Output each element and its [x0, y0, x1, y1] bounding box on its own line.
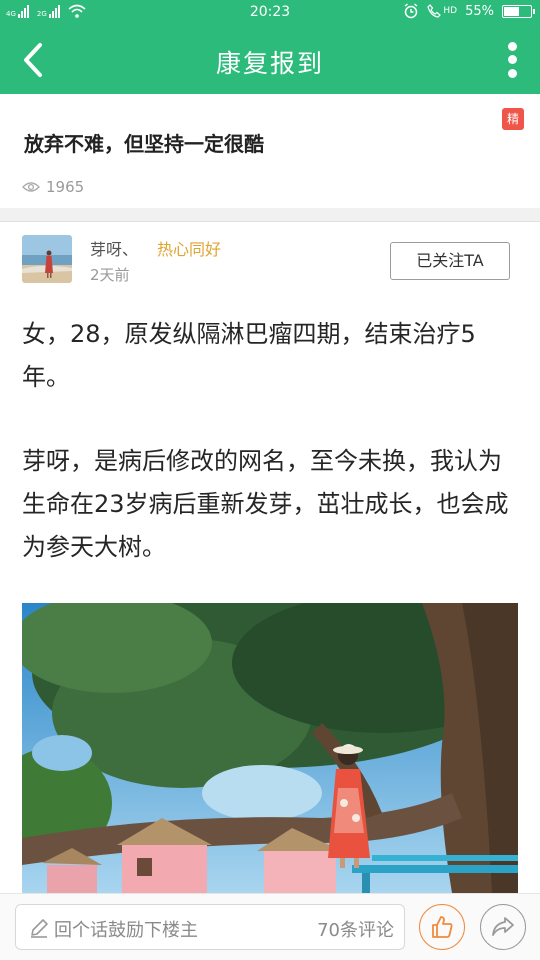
avatar[interactable] — [22, 235, 72, 283]
section-divider — [0, 208, 540, 222]
comment-input[interactable]: 回个话鼓励下楼主 70条评论 — [15, 904, 405, 950]
app-header: 康复报到 — [0, 26, 540, 94]
post-header: 精 放弃不难，但坚持一定很酷 1965 — [0, 94, 540, 208]
battery-text: 55% — [465, 3, 494, 19]
view-count-value: 1965 — [46, 178, 85, 196]
share-icon — [492, 917, 514, 936]
featured-badge: 精 — [502, 108, 524, 130]
post-photo[interactable] — [22, 603, 518, 893]
alarm-icon — [404, 3, 418, 19]
status-right: HD 55% — [403, 3, 535, 19]
more-vertical-icon — [507, 68, 517, 78]
battery-fill — [504, 6, 520, 16]
more-vertical-icon — [507, 55, 517, 65]
author-tag: 热心同好 — [157, 240, 222, 259]
like-button[interactable] — [419, 904, 465, 950]
more-vertical-icon — [507, 42, 517, 52]
post-paragraph: 女，28，原发纵隔淋巴瘤四期，结束治疗5年。 — [22, 320, 476, 391]
post-photo-image — [22, 603, 518, 893]
call-hd-indicator: HD — [427, 4, 457, 18]
avatar-image — [22, 235, 72, 283]
post-time: 2天前 — [90, 266, 130, 284]
view-count: 1965 — [22, 178, 84, 196]
page-title: 康复报到 — [215, 49, 324, 78]
pencil-icon — [31, 919, 48, 938]
share-button[interactable] — [480, 904, 526, 950]
phone-icon — [427, 4, 442, 18]
comment-placeholder: 回个话鼓励下楼主 — [54, 920, 198, 941]
post-title: 放弃不难，但坚持一定很酷 — [24, 132, 264, 156]
bottom-bar: 回个话鼓励下楼主 70条评论 — [0, 893, 540, 960]
follow-button[interactable]: 已关注TA — [390, 242, 510, 280]
post-paragraph: 芽呀，是病后修改的网名，至今未换，我认为生命在23岁病后重新发芽，茁壮成长，也会… — [22, 447, 509, 561]
comment-count[interactable]: 70条评论 — [317, 916, 394, 942]
status-bar: 4G 2G 20:23 HD 55% — [0, 0, 540, 26]
eye-icon — [22, 182, 40, 192]
more-button[interactable] — [502, 40, 522, 80]
author-name[interactable]: 芽呀、 — [90, 236, 138, 260]
network-label: HD — [443, 6, 458, 16]
thumbs-up-icon — [432, 916, 453, 938]
battery-icon — [502, 4, 535, 18]
